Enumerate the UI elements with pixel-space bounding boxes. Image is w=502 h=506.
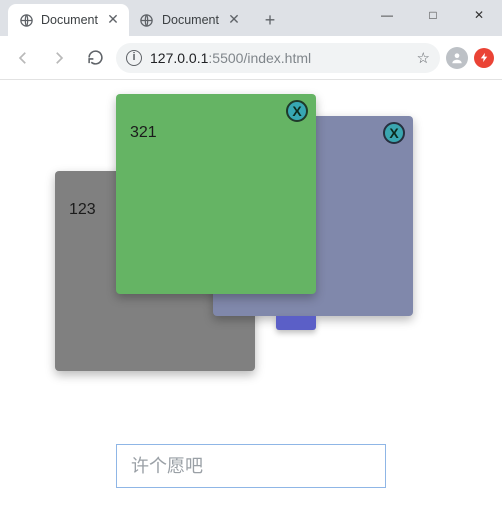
close-icon[interactable]: ✕ — [105, 12, 121, 28]
titlebar: Document ✕ Document ✕ + — □ ✕ — [0, 0, 502, 36]
page-viewport: 123 X X 321 X — [0, 80, 502, 506]
tab-title: Document — [41, 13, 98, 27]
person-icon — [450, 51, 464, 65]
extension-badge[interactable] — [474, 48, 494, 68]
wish-input[interactable] — [116, 444, 386, 488]
close-icon: X — [389, 126, 398, 140]
url-port: :5500 — [208, 50, 243, 66]
address-bar[interactable]: i 127.0.0.1:5500/index.html ☆ — [116, 43, 440, 73]
bookmark-star-icon[interactable]: ☆ — [417, 49, 430, 67]
profile-avatar[interactable] — [446, 47, 468, 69]
wish-card-text: 321 — [130, 124, 157, 141]
window-close-button[interactable]: ✕ — [456, 0, 502, 30]
url-path: /index.html — [243, 50, 311, 66]
site-info-icon[interactable]: i — [126, 50, 142, 66]
arrow-right-icon — [50, 49, 68, 67]
hidden-card-edge — [276, 316, 316, 330]
new-tab-button[interactable]: + — [256, 6, 284, 34]
card-close-button[interactable]: X — [286, 100, 308, 122]
globe-icon — [18, 12, 34, 28]
close-icon: X — [292, 104, 301, 118]
globe-icon — [139, 12, 155, 28]
wish-card-green[interactable]: 321 X — [116, 94, 316, 294]
forward-button[interactable] — [44, 43, 74, 73]
tab-active[interactable]: Document ✕ — [8, 4, 129, 36]
plus-icon: + — [265, 10, 276, 31]
minimize-button[interactable]: — — [364, 0, 410, 30]
close-icon[interactable]: ✕ — [226, 12, 242, 28]
bolt-icon — [479, 52, 490, 63]
reload-icon — [87, 49, 104, 66]
toolbar: i 127.0.0.1:5500/index.html ☆ — [0, 36, 502, 80]
url-text: 127.0.0.1:5500/index.html — [150, 50, 409, 66]
maximize-button[interactable]: □ — [410, 0, 456, 30]
url-host: 127.0.0.1 — [150, 50, 208, 66]
arrow-left-icon — [14, 49, 32, 67]
window-controls: — □ ✕ — [364, 0, 502, 32]
tab-inactive[interactable]: Document ✕ — [129, 4, 250, 36]
back-button[interactable] — [8, 43, 38, 73]
card-close-button[interactable]: X — [383, 122, 405, 144]
wish-card-text: 123 — [69, 201, 96, 218]
browser-chrome: Document ✕ Document ✕ + — □ ✕ — [0, 0, 502, 80]
reload-button[interactable] — [80, 43, 110, 73]
tab-title: Document — [162, 13, 219, 27]
